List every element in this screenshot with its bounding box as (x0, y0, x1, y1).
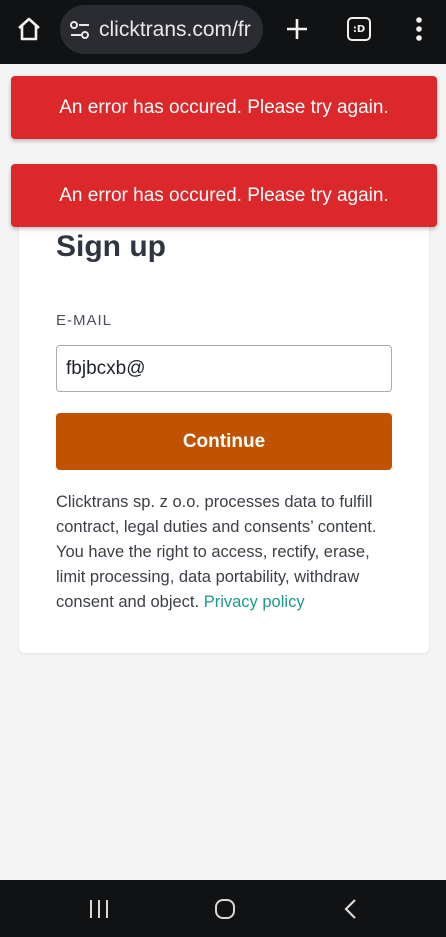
continue-button[interactable]: Continue (56, 413, 392, 470)
system-nav-bar (0, 880, 446, 937)
address-bar[interactable]: clicktrans.com/fr (60, 5, 263, 54)
recent-apps-icon (90, 900, 108, 918)
menu-button[interactable] (405, 12, 433, 46)
home-nav-button[interactable] (210, 894, 240, 924)
email-field[interactable] (56, 345, 392, 392)
consent-notice: Clicktrans sp. z o.o. processes data to … (56, 490, 401, 615)
tabs-count: :D (352, 23, 366, 35)
back-button[interactable] (336, 894, 366, 924)
signup-card: Sign up E-MAIL Continue Clicktrans sp. z… (19, 184, 429, 653)
new-tab-button[interactable] (280, 12, 314, 46)
plus-icon (287, 19, 307, 39)
tabs-icon[interactable]: :D (347, 17, 371, 41)
privacy-policy-link[interactable]: Privacy policy (204, 593, 305, 611)
email-label: E-MAIL (56, 312, 113, 329)
back-icon (344, 899, 356, 919)
browser-toolbar: clicktrans.com/fr :D (0, 0, 446, 64)
more-vert-icon (416, 17, 422, 41)
page-title: Sign up (56, 230, 166, 263)
error-banner: An error has occured. Please try again. (11, 164, 437, 227)
home-circle-icon (215, 899, 235, 919)
url-text: clicktrans.com/fr (99, 17, 251, 41)
home-button[interactable] (10, 10, 48, 48)
site-settings-icon[interactable] (69, 19, 91, 41)
error-message: An error has occured. Please try again. (59, 96, 389, 118)
error-banner: An error has occured. Please try again. (11, 76, 437, 139)
error-message: An error has occured. Please try again. (59, 184, 389, 206)
recent-apps-button[interactable] (84, 894, 114, 924)
home-icon (18, 17, 40, 41)
